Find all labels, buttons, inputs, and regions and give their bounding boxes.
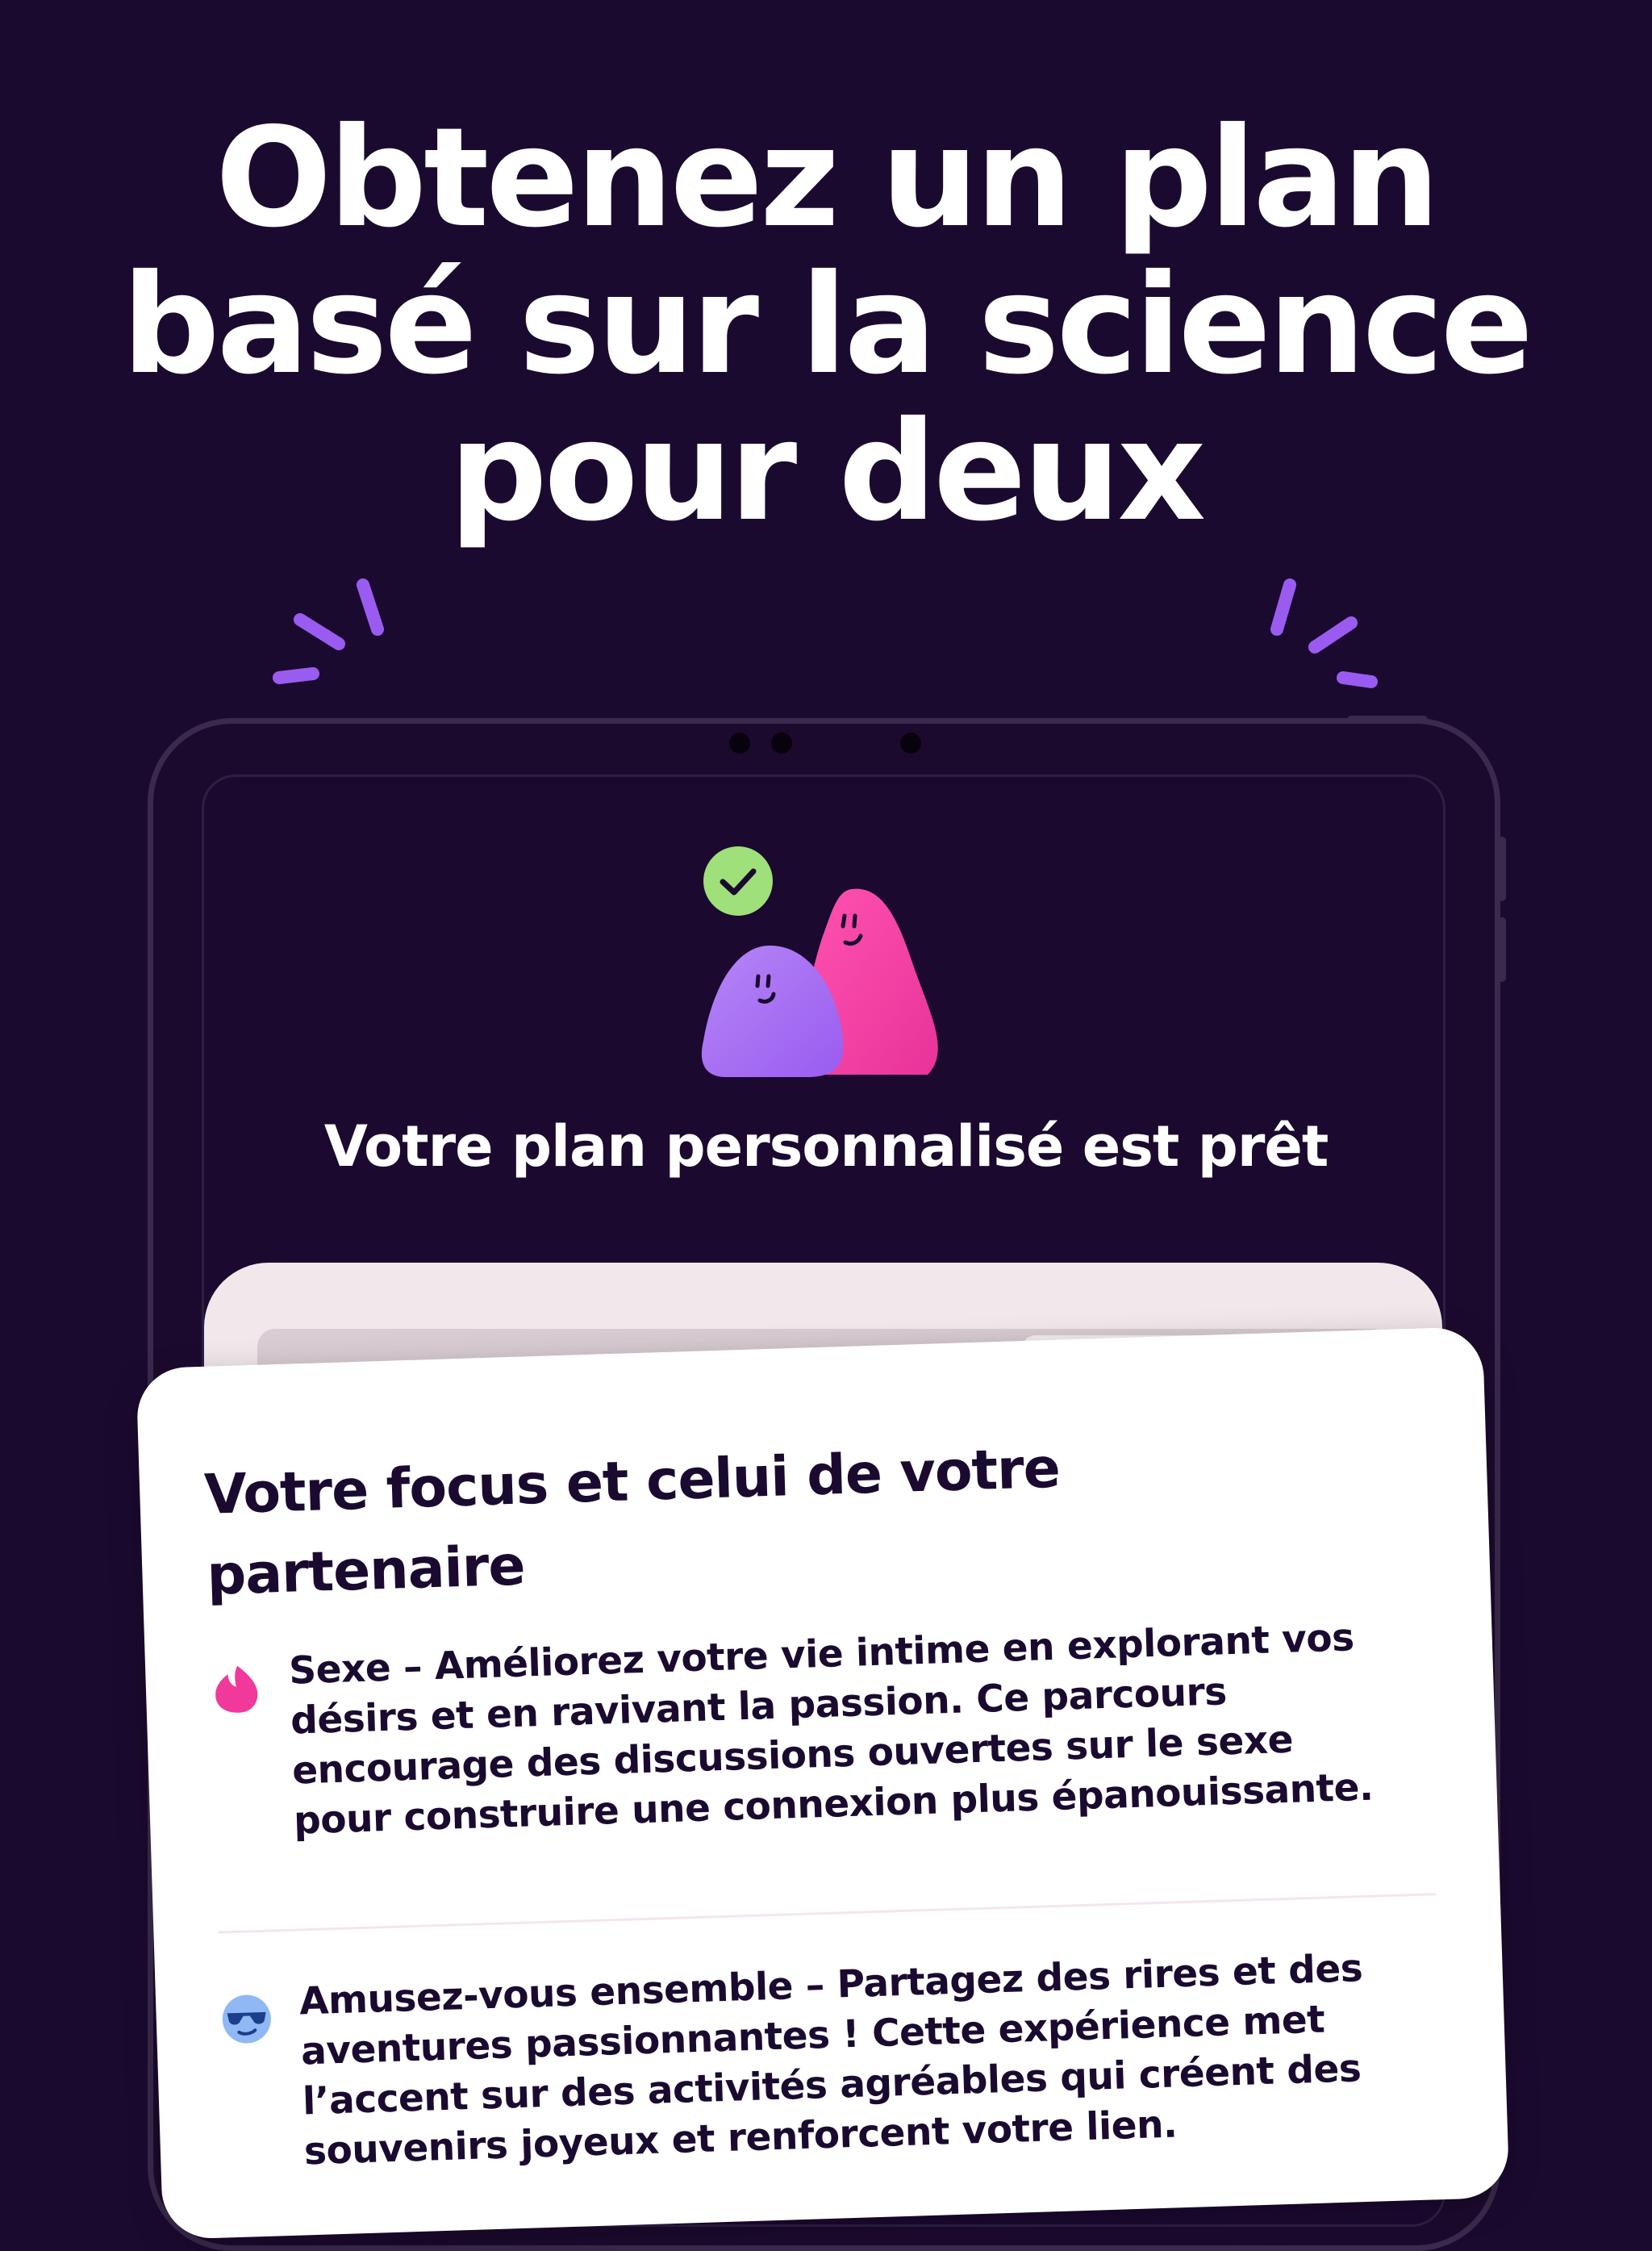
focus-card: Votre focus et celui de votre partenaire… — [136, 1326, 1510, 2240]
headline-line-1: Obtenez un plan — [215, 98, 1440, 258]
camera-dot — [729, 733, 750, 754]
device-volume-up-button — [1498, 837, 1506, 901]
camera-dot — [771, 733, 792, 754]
promo-headline: Obtenez un plan basé sur la science pour… — [0, 105, 1652, 545]
sparkle-right-icon — [1270, 578, 1378, 688]
focus-item-sex: Sexe – Améliorez votre vie intime en exp… — [209, 1610, 1450, 1844]
divider — [218, 1893, 1436, 1934]
headline-line-2: basé sur la science — [121, 245, 1533, 405]
focus-card-title: Votre focus et celui de votre partenaire — [203, 1422, 1257, 1617]
plan-ready-title: Votre plan personnalisé est prêt — [323, 1113, 1329, 1180]
focus-item-fun: Amusez-vous ensemble – Partagez des rire… — [219, 1940, 1461, 2174]
couple-blobs-illustration — [701, 846, 938, 1077]
headline-line-3: pour deux — [448, 392, 1206, 552]
camera-dot — [900, 733, 921, 754]
device-top-button — [1347, 716, 1428, 724]
device-volume-down-button — [1498, 917, 1506, 982]
sparkle-left-icon — [273, 578, 384, 684]
check-icon — [703, 846, 773, 916]
sunglasses-face-icon — [222, 1994, 271, 2044]
flame-icon — [215, 1665, 258, 1713]
